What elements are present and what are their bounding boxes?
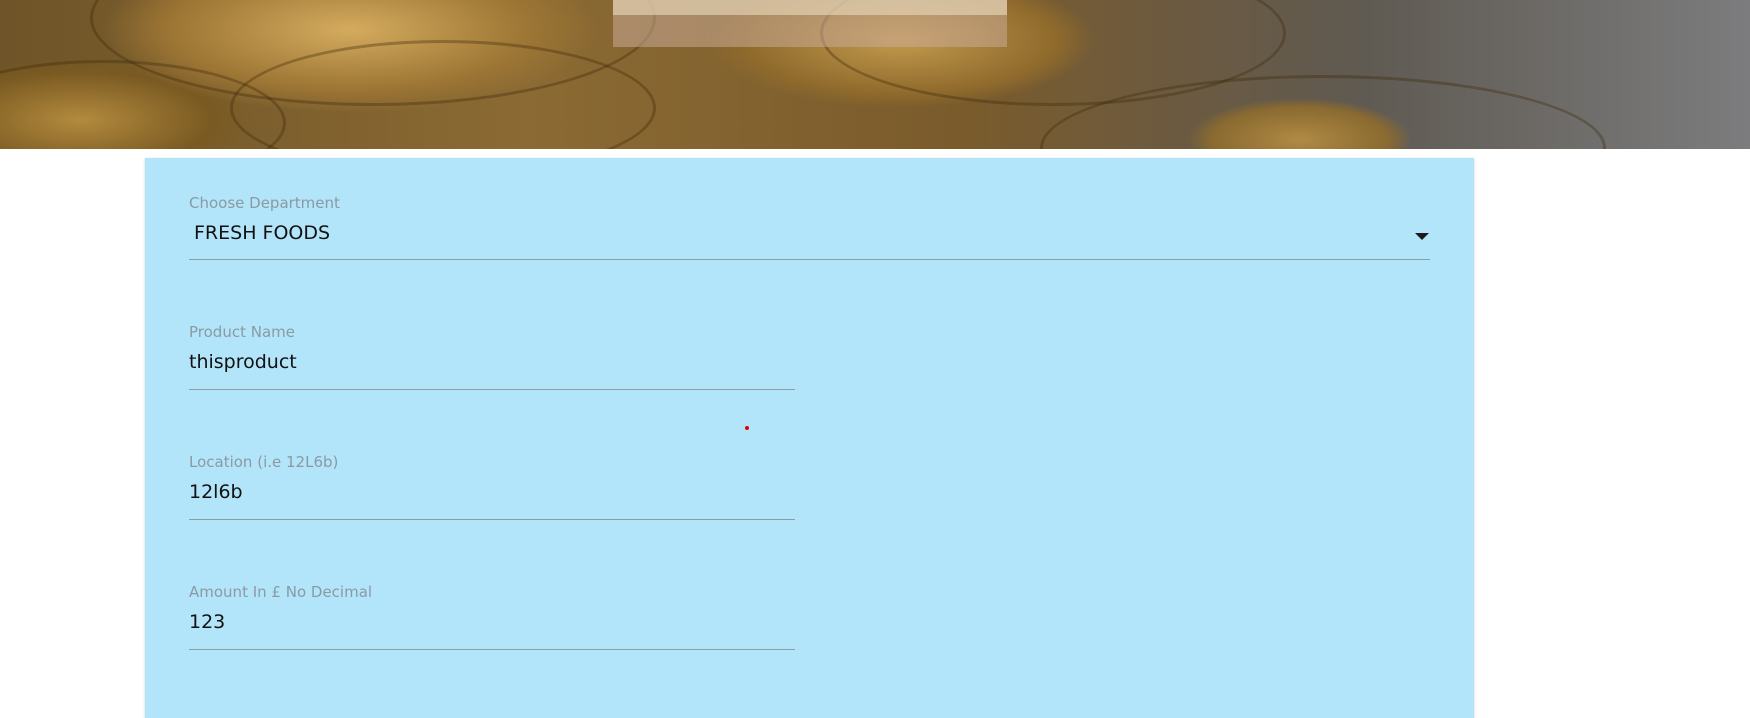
product-name-input[interactable]: thisproduct bbox=[189, 351, 297, 373]
amount-label: Amount In £ No Decimal bbox=[189, 583, 373, 601]
product-form-card: Choose Department FRESH FOODS Product Na… bbox=[145, 158, 1474, 718]
location-input[interactable]: 12l6b bbox=[189, 481, 243, 503]
location-field[interactable]: Location (i.e 12L6b) 12l6b bbox=[189, 453, 795, 520]
product-name-underline bbox=[189, 389, 795, 390]
hero-overlay-strip bbox=[613, 0, 1007, 15]
department-label: Choose Department bbox=[189, 194, 340, 212]
amount-field[interactable]: Amount In £ No Decimal 123 bbox=[189, 583, 795, 650]
hero-banner-coins-image bbox=[0, 0, 1750, 149]
product-name-label: Product Name bbox=[189, 323, 295, 341]
amount-underline bbox=[189, 649, 795, 650]
location-underline bbox=[189, 519, 795, 520]
product-name-field[interactable]: Product Name thisproduct bbox=[189, 323, 795, 390]
pointer-dot bbox=[745, 426, 749, 430]
department-select[interactable]: Choose Department FRESH FOODS bbox=[189, 194, 1430, 260]
department-underline bbox=[189, 259, 1430, 260]
amount-input[interactable]: 123 bbox=[189, 611, 225, 633]
location-label: Location (i.e 12L6b) bbox=[189, 453, 339, 471]
department-value[interactable]: FRESH FOODS bbox=[194, 222, 330, 244]
caret-down-icon[interactable] bbox=[1415, 233, 1429, 240]
